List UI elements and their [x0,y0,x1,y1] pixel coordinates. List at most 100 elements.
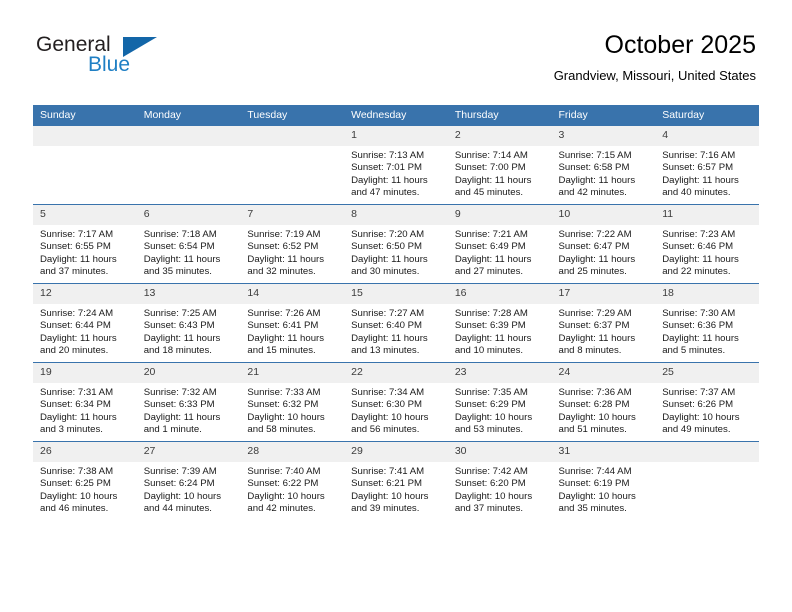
calendar-day-cell[interactable]: 16 Sunrise: 7:28 AM Sunset: 6:39 PM Dayligh… [447,283,552,363]
calendar-day-cell[interactable]: 29 Sunrise: 7:41 AM Sunset: 6:21 PM Dayligh… [344,441,448,520]
sunrise-text: Sunrise: 7:17 AM [40,229,114,240]
sunrise-text: Sunrise: 7:37 AM [662,387,736,398]
day-details: Sunrise: 7:38 AM Sunset: 6:25 PM Daylight:… [33,462,137,516]
calendar-day-cell[interactable]: 15 Sunrise: 7:27 AM Sunset: 6:40 PM Dayligh… [344,283,448,363]
sunrise-text: Sunrise: 7:19 AM [247,229,321,240]
calendar-day-cell[interactable]: 5 Sunrise: 7:17 AM Sunset: 6:55 PM Daylight… [33,204,137,284]
day-number: 15 [344,284,448,304]
day-number: 24 [551,363,656,383]
daylight-text-line2: and 30 minutes. [351,266,420,278]
calendar-day-cell[interactable]: 7 Sunrise: 7:19 AM Sunset: 6:52 PM Daylight… [240,204,345,284]
weekday-header-sunday: Sunday [33,105,137,126]
calendar-day-cell[interactable]: 19 Sunrise: 7:31 AM Sunset: 6:34 PM Dayligh… [33,362,137,442]
calendar-day-cell[interactable]: 4 Sunrise: 7:16 AM Sunset: 6:57 PM Daylight… [655,125,759,205]
calendar-day-cell[interactable]: 18 Sunrise: 7:30 AM Sunset: 6:36 PM Dayligh… [655,283,759,363]
calendar-day-cell[interactable]: 23 Sunrise: 7:35 AM Sunset: 6:29 PM Dayligh… [447,362,552,442]
daylight-text-line2: and 15 minutes. [247,345,316,357]
page-subtitle: Grandview, Missouri, United States [553,68,756,83]
daylight-text-line1: Daylight: 11 hours [454,174,532,186]
logo-text-blue: Blue [88,53,131,76]
calendar-day-cell[interactable]: 26 Sunrise: 7:38 AM Sunset: 6:25 PM Dayligh… [33,441,137,520]
daylight-text-line1: Daylight: 10 hours [454,411,533,423]
sunrise-text: Sunrise: 7:32 AM [143,387,217,398]
weekday-header-tuesday: Tuesday [240,105,345,126]
weekday-header-monday: Monday [136,105,241,126]
daylight-text-line1: Daylight: 11 hours [247,332,325,344]
calendar-day-cell[interactable]: 24 Sunrise: 7:36 AM Sunset: 6:28 PM Dayligh… [551,362,656,442]
day-number: 10 [551,205,656,225]
sunrise-text: Sunrise: 7:35 AM [454,387,528,398]
daylight-text-line1: Daylight: 10 hours [40,490,118,502]
sunset-text: Sunset: 6:21 PM [351,478,423,490]
sunset-text: Sunset: 6:37 PM [558,320,630,332]
calendar-day-cell[interactable]: 17 Sunrise: 7:29 AM Sunset: 6:37 PM Dayligh… [551,283,656,363]
generalblue-logo[interactable]: General Blue [36,33,196,85]
calendar-day-cell[interactable]: 8 Sunrise: 7:20 AM Sunset: 6:50 PM Daylight… [344,204,448,284]
sunset-text: Sunset: 6:41 PM [247,320,319,332]
sunset-text: Sunset: 6:55 PM [40,241,111,253]
day-number: 22 [344,363,448,383]
sunset-text: Sunset: 6:28 PM [558,399,630,411]
calendar-day-cell[interactable]: 10 Sunrise: 7:22 AM Sunset: 6:47 PM Dayligh… [551,204,656,284]
daylight-text-line2: and 32 minutes. [247,266,316,278]
sunset-text: Sunset: 6:46 PM [662,241,734,253]
day-number: 9 [447,205,552,225]
day-details: Sunrise: 7:27 AM Sunset: 6:40 PM Daylight:… [344,304,448,358]
day-details: Sunrise: 7:20 AM Sunset: 6:50 PM Daylight:… [344,225,448,279]
calendar-day-cell[interactable]: 25 Sunrise: 7:37 AM Sunset: 6:26 PM Dayligh… [655,362,759,442]
daylight-text-line1: Daylight: 10 hours [662,411,740,423]
calendar-day-cell[interactable]: 28 Sunrise: 7:40 AM Sunset: 6:22 PM Dayligh… [240,441,345,520]
day-details: Sunrise: 7:24 AM Sunset: 6:44 PM Daylight:… [33,304,137,358]
daylight-text-line2: and 3 minutes. [40,424,103,436]
page-title: October 2025 [604,31,757,59]
sunrise-text: Sunrise: 7:38 AM [40,466,114,477]
calendar-day-cell[interactable]: 12 Sunrise: 7:24 AM Sunset: 6:44 PM Dayligh… [33,283,137,363]
day-number: 1 [344,126,448,146]
daylight-text-line1: Daylight: 11 hours [40,411,117,423]
sunrise-text: Sunrise: 7:23 AM [662,229,736,240]
daylight-text-line1: Daylight: 11 hours [143,411,221,423]
day-details: Sunrise: 7:15 AM Sunset: 6:58 PM Daylight:… [552,146,656,200]
sunrise-text: Sunrise: 7:34 AM [351,387,425,398]
sunset-text: Sunset: 6:30 PM [351,399,423,411]
daylight-text-line1: Daylight: 11 hours [247,253,325,265]
daylight-text-line1: Daylight: 11 hours [454,332,532,344]
sunset-text: Sunset: 6:20 PM [454,478,526,490]
calendar-day-cell[interactable]: 6 Sunrise: 7:18 AM Sunset: 6:54 PM Daylight… [136,204,241,284]
calendar-week-row: 12 Sunrise: 7:24 AM Sunset: 6:44 PM Dayligh… [33,283,759,363]
daylight-text-line2: and 42 minutes. [558,187,627,199]
sunset-text: Sunset: 6:25 PM [40,478,111,490]
calendar-day-cell[interactable]: 9 Sunrise: 7:21 AM Sunset: 6:49 PM Daylight… [447,204,552,284]
daylight-text-line2: and 22 minutes. [662,266,731,278]
calendar-day-cell[interactable]: 3 Sunrise: 7:15 AM Sunset: 6:58 PM Daylight… [551,125,656,205]
calendar-day-cell[interactable]: 13 Sunrise: 7:25 AM Sunset: 6:43 PM Dayligh… [136,283,241,363]
calendar-day-cell[interactable]: 22 Sunrise: 7:34 AM Sunset: 6:30 PM Dayligh… [344,362,448,442]
daylight-text-line1: Daylight: 11 hours [662,332,739,344]
calendar-week-row: 5 Sunrise: 7:17 AM Sunset: 6:55 PM Daylight… [33,204,759,284]
daylight-text-line2: and 10 minutes. [454,345,524,357]
day-details: Sunrise: 7:41 AM Sunset: 6:21 PM Daylight:… [344,462,448,516]
calendar-day-cell[interactable]: 27 Sunrise: 7:39 AM Sunset: 6:24 PM Dayligh… [136,441,241,520]
day-details: Sunrise: 7:28 AM Sunset: 6:39 PM Daylight:… [448,304,552,358]
sunset-text: Sunset: 6:49 PM [454,241,526,253]
calendar-day-cell[interactable]: 11 Sunrise: 7:23 AM Sunset: 6:46 PM Dayligh… [655,204,759,284]
daylight-text-line1: Daylight: 10 hours [247,411,325,423]
calendar-day-cell[interactable]: 30 Sunrise: 7:42 AM Sunset: 6:20 PM Dayligh… [447,441,552,520]
calendar-day-cell-empty [240,125,345,205]
sunset-text: Sunset: 6:34 PM [40,399,111,411]
day-number: 29 [344,442,448,462]
day-number [33,126,137,146]
sunset-text: Sunset: 6:50 PM [351,241,423,253]
calendar-day-cell[interactable]: 20 Sunrise: 7:32 AM Sunset: 6:33 PM Dayligh… [136,362,241,442]
calendar-day-cell[interactable]: 1 Sunrise: 7:13 AM Sunset: 7:01 PM Daylight… [344,125,448,205]
sunset-text: Sunset: 6:19 PM [558,478,630,490]
daylight-text-line1: Daylight: 10 hours [351,490,429,502]
sunrise-text: Sunrise: 7:14 AM [454,150,528,161]
daylight-text-line1: Daylight: 11 hours [454,253,532,265]
calendar-day-cell[interactable]: 14 Sunrise: 7:26 AM Sunset: 6:41 PM Dayligh… [240,283,345,363]
calendar-day-cell[interactable]: 31 Sunrise: 7:44 AM Sunset: 6:19 PM Dayligh… [551,441,656,520]
daylight-text-line1: Daylight: 10 hours [247,490,325,502]
calendar-day-cell[interactable]: 21 Sunrise: 7:33 AM Sunset: 6:32 PM Dayligh… [240,362,345,442]
calendar-day-cell[interactable]: 2 Sunrise: 7:14 AM Sunset: 7:00 PM Daylight… [447,125,552,205]
daylight-text-line2: and 45 minutes. [454,187,524,199]
